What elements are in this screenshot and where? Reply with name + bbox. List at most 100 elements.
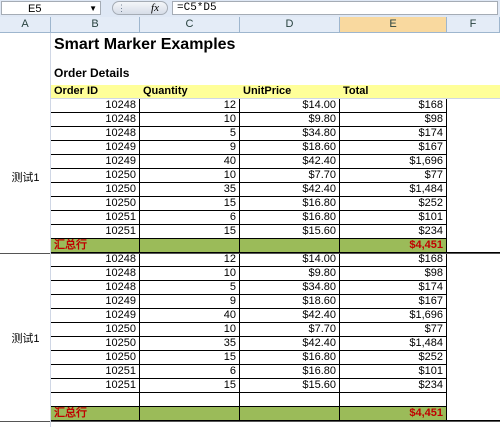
order-id-cell[interactable]: 10249 — [51, 295, 140, 309]
unit-price-cell[interactable]: $34.80 — [240, 127, 340, 141]
order-id-cell[interactable]: 10248 — [51, 127, 140, 141]
quantity-cell[interactable]: 10 — [140, 267, 240, 281]
total-cell[interactable]: $168 — [340, 99, 447, 113]
empty-cell[interactable] — [447, 169, 500, 183]
empty-cell[interactable] — [447, 183, 500, 197]
quantity-cell[interactable]: 40 — [140, 309, 240, 323]
quantity-cell[interactable]: 9 — [140, 295, 240, 309]
total-cell[interactable]: $1,696 — [340, 155, 447, 169]
formula-input[interactable]: =C5*D5 — [172, 1, 498, 15]
total-cell[interactable]: $1,696 — [340, 309, 447, 323]
unit-price-cell[interactable]: $7.70 — [240, 323, 340, 337]
total-cell[interactable]: $1,484 — [340, 183, 447, 197]
unit-price-cell[interactable]: $16.80 — [240, 365, 340, 379]
unit-price-cell[interactable]: $16.80 — [240, 351, 340, 365]
order-id-cell[interactable]: 10251 — [51, 365, 140, 379]
unit-price-cell[interactable]: $42.40 — [240, 183, 340, 197]
column-header-e[interactable]: E — [340, 17, 447, 33]
unit-price-cell[interactable]: $9.80 — [240, 267, 340, 281]
unit-price-cell[interactable]: $16.80 — [240, 197, 340, 211]
column-title-1[interactable]: Quantity — [140, 85, 240, 99]
order-id-cell[interactable]: 10250 — [51, 169, 140, 183]
total-cell[interactable]: $234 — [340, 225, 447, 239]
empty-cell[interactable] — [447, 407, 500, 421]
order-id-cell[interactable]: 10251 — [51, 211, 140, 225]
chevron-down-icon[interactable]: ▼ — [89, 2, 97, 16]
quantity-cell[interactable]: 15 — [140, 225, 240, 239]
column-header-c[interactable]: C — [140, 17, 240, 33]
total-blank[interactable] — [240, 239, 340, 253]
empty-cell[interactable] — [447, 267, 500, 281]
empty-cell[interactable] — [447, 239, 500, 253]
empty-cell[interactable] — [340, 393, 447, 407]
section-title[interactable]: Order Details — [51, 67, 251, 83]
total-cell[interactable]: $174 — [340, 281, 447, 295]
empty-cell[interactable] — [447, 99, 500, 113]
name-box[interactable]: E5 ▼ — [1, 1, 101, 15]
unit-price-cell[interactable]: $18.60 — [240, 295, 340, 309]
order-id-cell[interactable]: 10250 — [51, 337, 140, 351]
order-id-cell[interactable]: 10250 — [51, 323, 140, 337]
order-id-cell[interactable]: 10249 — [51, 309, 140, 323]
total-cell[interactable]: $101 — [340, 365, 447, 379]
total-label[interactable]: 汇总行 — [51, 239, 140, 253]
empty-cell[interactable] — [447, 113, 500, 127]
quantity-cell[interactable]: 10 — [140, 323, 240, 337]
quantity-cell[interactable]: 10 — [140, 113, 240, 127]
unit-price-cell[interactable]: $15.60 — [240, 225, 340, 239]
empty-cell[interactable] — [447, 141, 500, 155]
total-blank[interactable] — [140, 239, 240, 253]
column-header-a[interactable]: A — [0, 17, 51, 33]
empty-cell[interactable] — [51, 393, 140, 407]
order-id-cell[interactable]: 10248 — [51, 253, 140, 267]
order-id-cell[interactable]: 10250 — [51, 351, 140, 365]
empty-cell[interactable] — [447, 323, 500, 337]
unit-price-cell[interactable]: $18.60 — [240, 141, 340, 155]
unit-price-cell[interactable]: $14.00 — [240, 253, 340, 267]
quantity-cell[interactable]: 15 — [140, 351, 240, 365]
empty-cell[interactable] — [447, 197, 500, 211]
quantity-cell[interactable]: 12 — [140, 253, 240, 267]
order-id-cell[interactable]: 10248 — [51, 267, 140, 281]
total-value[interactable]: $4,451 — [340, 239, 447, 253]
total-cell[interactable]: $77 — [340, 169, 447, 183]
empty-cell[interactable] — [447, 309, 500, 323]
column-title-2[interactable]: UnitPrice — [240, 85, 340, 99]
unit-price-cell[interactable]: $7.70 — [240, 169, 340, 183]
total-cell[interactable]: $168 — [340, 253, 447, 267]
insert-function-button[interactable]: ⋮ fx — [112, 1, 168, 15]
empty-cell[interactable] — [447, 211, 500, 225]
column-header-f[interactable]: F — [447, 17, 500, 33]
quantity-cell[interactable]: 15 — [140, 197, 240, 211]
quantity-cell[interactable]: 35 — [140, 337, 240, 351]
quantity-cell[interactable]: 9 — [140, 141, 240, 155]
column-title-0[interactable]: Order ID — [51, 85, 140, 99]
total-cell[interactable]: $174 — [340, 127, 447, 141]
unit-price-cell[interactable]: $15.60 — [240, 379, 340, 393]
quantity-cell[interactable]: 15 — [140, 379, 240, 393]
quantity-cell[interactable]: 40 — [140, 155, 240, 169]
order-id-cell[interactable]: 10250 — [51, 183, 140, 197]
total-cell[interactable]: $234 — [340, 379, 447, 393]
empty-cell[interactable] — [447, 281, 500, 295]
total-cell[interactable]: $1,484 — [340, 337, 447, 351]
unit-price-cell[interactable]: $16.80 — [240, 211, 340, 225]
total-cell[interactable]: $167 — [340, 141, 447, 155]
empty-cell[interactable] — [447, 365, 500, 379]
order-id-cell[interactable]: 10249 — [51, 141, 140, 155]
total-blank[interactable] — [140, 407, 240, 421]
unit-price-cell[interactable]: $42.40 — [240, 337, 340, 351]
unit-price-cell[interactable]: $9.80 — [240, 113, 340, 127]
empty-cell[interactable] — [140, 393, 240, 407]
unit-price-cell[interactable]: $34.80 — [240, 281, 340, 295]
total-cell[interactable]: $252 — [340, 197, 447, 211]
order-id-cell[interactable]: 10248 — [51, 281, 140, 295]
order-id-cell[interactable]: 10249 — [51, 155, 140, 169]
total-value[interactable]: $4,451 — [340, 407, 447, 421]
unit-price-cell[interactable]: $42.40 — [240, 155, 340, 169]
quantity-cell[interactable]: 5 — [140, 127, 240, 141]
total-label[interactable]: 汇总行 — [51, 407, 140, 421]
total-cell[interactable]: $77 — [340, 323, 447, 337]
total-blank[interactable] — [240, 407, 340, 421]
column-title-3[interactable]: Total — [340, 85, 447, 99]
